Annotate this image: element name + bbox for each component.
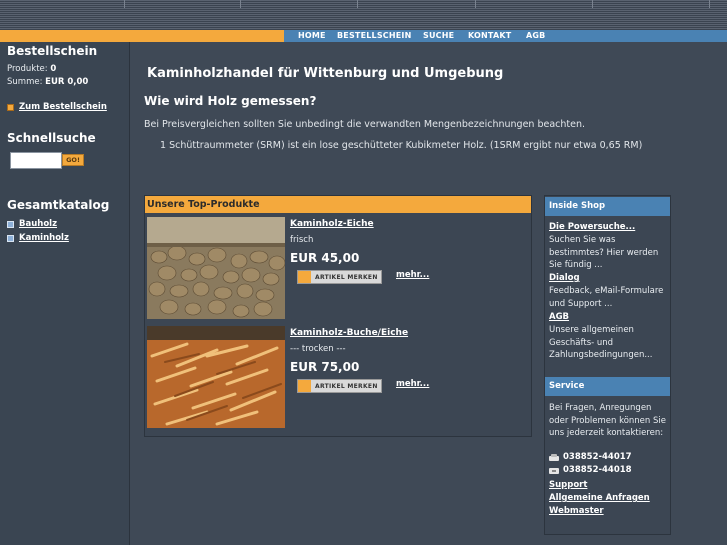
fax-number-text: 038852-44018	[563, 465, 632, 475]
nav-agb[interactable]: AGB	[526, 31, 545, 41]
bullet-icon	[7, 234, 14, 242]
button-accent	[298, 380, 311, 392]
phone-number-text: 038852-44017	[563, 452, 632, 462]
product-more-link[interactable]: mehr...	[396, 379, 429, 389]
cart-link-label: Zum Bestellschein	[19, 102, 107, 112]
nav-suche[interactable]: SUCHE	[423, 31, 454, 41]
quicksearch-go-button[interactable]: GO!	[62, 154, 84, 166]
catalog-item-label: Bauholz	[19, 219, 58, 229]
product-image-kaminholz-buche-eiche[interactable]	[147, 326, 285, 428]
cart-link[interactable]: Zum Bestellschein	[7, 102, 107, 112]
catalog-item-kaminholz[interactable]: Kaminholz	[7, 233, 69, 243]
srm-text: 1 Schüttraummeter (SRM) ist ein lose ges…	[160, 140, 643, 151]
service-text: Bei Fragen, Anregungen oder Problemen kö…	[549, 403, 666, 438]
top-products-box: Unsere Top-Produkte Kaminholz-Eiche fris…	[144, 195, 532, 437]
fax-icon	[549, 467, 559, 474]
product-name-link[interactable]: Kaminholz-Buche/Eiche	[290, 328, 408, 338]
cart-sum-label: Summe:	[7, 77, 43, 87]
product-price: EUR 45,00	[290, 251, 360, 265]
powersearch-link[interactable]: Die Powersuche...	[549, 222, 635, 232]
dialog-text: Feedback, eMail-Formulare und Support ..…	[549, 286, 664, 309]
page-title: Kaminholzhandel für Wittenburg und Umgeb…	[147, 66, 504, 81]
product-description: --- trocken ---	[290, 344, 346, 354]
catalog-item-bauholz[interactable]: Bauholz	[7, 219, 57, 229]
product-price: EUR 75,00	[290, 360, 360, 374]
cart-products-value: 0	[50, 64, 57, 74]
section-heading: Wie wird Holz gemessen?	[144, 94, 317, 108]
cart-sum-value: EUR 0,00	[45, 77, 89, 87]
nav-home[interactable]: HOME	[298, 31, 326, 41]
header-divider	[357, 0, 358, 8]
support-link[interactable]: Support	[549, 480, 587, 490]
remember-item-label: ARTIKEL MERKEN	[315, 382, 378, 390]
top-products-title: Unsere Top-Produkte	[145, 196, 531, 213]
product-more-link[interactable]: mehr...	[396, 270, 429, 280]
quicksearch-title: Schnellsuche	[7, 131, 96, 145]
product-description: frisch	[290, 235, 314, 245]
header-stripes	[0, 0, 727, 31]
cart-products: Produkte: 0	[7, 64, 56, 74]
bullet-icon	[7, 220, 14, 228]
header-divider	[709, 0, 710, 8]
phone-icon	[549, 453, 559, 461]
main-navigation: HOME BESTELLSCHEIN SUCHE KONTAKT AGB	[284, 30, 727, 42]
agb-link[interactable]: AGB	[549, 312, 569, 322]
header-divider	[592, 0, 593, 8]
remember-item-label: ARTIKEL MERKEN	[315, 273, 378, 281]
intro-text: Bei Preisvergleichen sollten Sie unbedin…	[144, 119, 586, 130]
header-divider	[240, 0, 241, 8]
cart-products-label: Produkte:	[7, 64, 48, 74]
header-divider	[124, 0, 125, 8]
service-title: Service	[545, 377, 670, 396]
bullet-icon	[7, 103, 14, 111]
remember-item-button[interactable]: ARTIKEL MERKEN	[297, 270, 382, 284]
webmaster-link[interactable]: Webmaster	[549, 506, 604, 516]
nav-kontakt[interactable]: KONTAKT	[468, 31, 511, 41]
right-sidebar: Inside Shop Die Powersuche... Suchen Sie…	[544, 195, 671, 535]
phone-number: 038852-44017	[549, 452, 632, 462]
remember-item-button[interactable]: ARTIKEL MERKEN	[297, 379, 382, 393]
agb-text: Unsere allgemeinen Geschäfts- und Zahlun…	[549, 325, 653, 360]
button-accent	[298, 271, 311, 283]
general-inquiries-link[interactable]: Allgemeine Anfragen	[549, 493, 650, 503]
inside-shop-title: Inside Shop	[545, 197, 670, 216]
fax-number: 038852-44018	[549, 465, 632, 475]
powersearch-text: Suchen Sie was bestimmtes? Hier werden S…	[549, 235, 659, 270]
header-divider	[475, 0, 476, 8]
cart-title: Bestellschein	[7, 44, 98, 58]
header-accent-bar	[0, 30, 284, 42]
left-sidebar	[0, 42, 130, 545]
catalog-item-label: Kaminholz	[19, 233, 69, 243]
cart-sum: Summe: EUR 0,00	[7, 77, 88, 87]
catalog-title: Gesamtkatalog	[7, 198, 110, 212]
product-name-link[interactable]: Kaminholz-Eiche	[290, 219, 374, 229]
nav-bestellschein[interactable]: BESTELLSCHEIN	[337, 31, 412, 41]
quicksearch-input[interactable]	[10, 152, 62, 169]
dialog-link[interactable]: Dialog	[549, 273, 580, 283]
product-image-kaminholz-eiche[interactable]	[147, 217, 285, 319]
